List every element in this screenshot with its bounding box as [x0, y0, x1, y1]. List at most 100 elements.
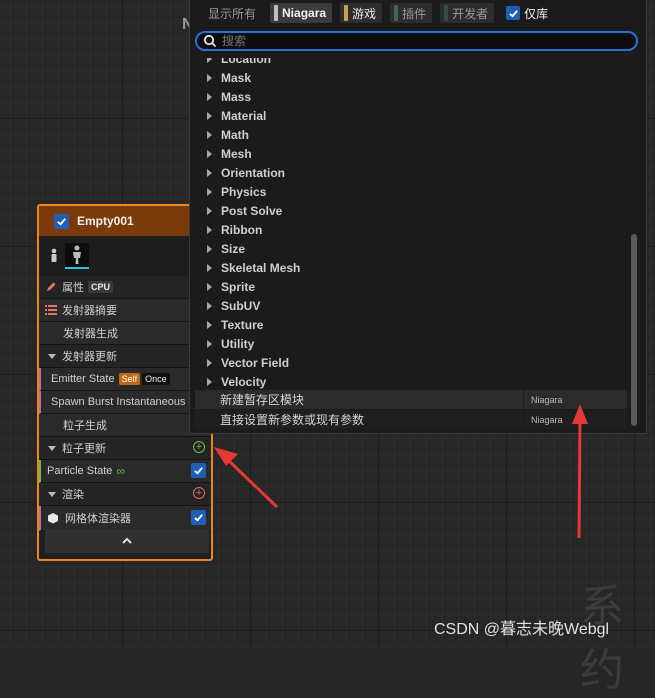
category-velocity[interactable]: Velocity	[195, 372, 627, 390]
mannequin-icon	[73, 245, 81, 264]
filter-developer[interactable]: 开发者	[440, 3, 495, 23]
color-swatch	[444, 5, 449, 21]
particle-state-enable-checkbox[interactable]	[191, 463, 206, 478]
expand-arrow-icon[interactable]	[207, 320, 212, 329]
category-subuv[interactable]: SubUV	[195, 296, 627, 315]
category-label: Ribbon	[221, 222, 263, 237]
action-set-parameters[interactable]: 直接设置新参数或现有参数 Niagara	[195, 410, 627, 429]
search-icon	[203, 34, 217, 48]
emitter-spawn-row[interactable]: 发射器生成	[39, 322, 211, 345]
expand-arrow-icon[interactable]	[207, 111, 212, 120]
category-utility[interactable]: Utility	[195, 334, 627, 353]
category-post-solve[interactable]: Post Solve	[195, 201, 627, 220]
expand-arrow-icon[interactable]	[207, 225, 212, 234]
expand-arrow-icon[interactable]	[207, 168, 212, 177]
emitter-spawn-label: 发射器生成	[63, 328, 118, 340]
category-vector-field[interactable]: Vector Field	[195, 353, 627, 372]
expand-arrow-icon[interactable]	[207, 339, 212, 348]
mesh-renderer-row[interactable]: 网格体渲染器	[39, 506, 211, 531]
category-texture[interactable]: Texture	[195, 315, 627, 334]
module-category-list[interactable]: Location Mask Mass Material Math Mesh Orientat…	[195, 58, 627, 390]
expand-arrow-icon[interactable]	[207, 58, 212, 63]
filter-plugins[interactable]: 插件	[390, 3, 433, 23]
collapse-button[interactable]	[45, 529, 209, 553]
self-tag: Self	[118, 373, 141, 385]
emitter-summary-row[interactable]: 发射器摘要	[39, 299, 211, 322]
category-sprite[interactable]: Sprite	[195, 277, 627, 296]
expand-arrow-icon[interactable]	[207, 206, 212, 215]
spawn-burst-row[interactable]: Spawn Burst Instantaneous	[39, 391, 211, 414]
filter-game[interactable]: 游戏	[340, 3, 383, 23]
particle-state-label: Particle State	[47, 465, 113, 477]
category-size[interactable]: Size	[195, 239, 627, 258]
emitter-node-header[interactable]: Empty001	[39, 206, 211, 236]
category-mask[interactable]: Mask	[195, 68, 627, 87]
watermark: CSDN @暮志未晚Webgl	[434, 621, 610, 638]
infinity-icon: ∞	[116, 464, 125, 478]
expand-arrow-icon[interactable]	[207, 92, 212, 101]
emitter-update-row[interactable]: 发射器更新	[39, 345, 211, 368]
check-icon	[508, 9, 518, 18]
category-mesh[interactable]: Mesh	[195, 144, 627, 163]
filter-label: 仅库	[524, 6, 549, 21]
search-input[interactable]	[222, 34, 602, 48]
category-skeletal-mesh[interactable]: Skeletal Mesh	[195, 258, 627, 277]
expand-arrow-icon[interactable]	[207, 187, 212, 196]
category-label: Mask	[221, 70, 252, 85]
action-label: 直接设置新参数或现有参数	[220, 413, 365, 427]
emitter-node[interactable]: Empty001 属性 CPU + 发射器摘要 发射器生成 发射器更新 Emit…	[37, 204, 213, 561]
once-tag: Once	[142, 373, 170, 385]
expand-triangle-icon[interactable]	[48, 491, 56, 497]
particle-spawn-label: 粒子生成	[63, 420, 107, 432]
emitter-thumbnails	[39, 236, 211, 276]
expand-arrow-icon[interactable]	[207, 358, 212, 367]
category-label: Size	[221, 241, 246, 256]
expand-arrow-icon[interactable]	[207, 282, 212, 291]
check-icon	[194, 514, 203, 522]
library-only-checkbox[interactable]	[506, 6, 521, 20]
chevron-up-icon	[122, 537, 132, 544]
search-box[interactable]	[195, 31, 638, 51]
particle-update-row[interactable]: 粒子更新 +	[39, 437, 211, 460]
emitter-enable-checkbox[interactable]	[54, 213, 69, 229]
emitter-state-row[interactable]: Emitter State Self Once	[39, 368, 211, 391]
category-label: Texture	[221, 317, 264, 332]
expand-arrow-icon[interactable]	[207, 73, 212, 82]
category-math[interactable]: Math	[195, 125, 627, 144]
render-row[interactable]: 渲染 +	[39, 483, 211, 506]
mesh-renderer-enable-checkbox[interactable]	[191, 510, 206, 525]
properties-row[interactable]: 属性 CPU +	[39, 276, 211, 299]
category-location[interactable]: Location	[195, 58, 627, 68]
module-picker-popup[interactable]: 显示所有 Niagara 游戏 插件 开发者 仅库 LocationMa	[189, 0, 647, 434]
check-icon	[194, 467, 203, 475]
particle-spawn-row[interactable]: 粒子生成	[39, 414, 211, 437]
expand-triangle-icon[interactable]	[48, 353, 56, 359]
filter-library-only[interactable]: 仅库	[502, 3, 554, 23]
category-label: Mesh	[221, 146, 252, 161]
category-ribbon[interactable]: Ribbon	[195, 220, 627, 239]
filter-show-all[interactable]: 显示所有	[202, 3, 262, 23]
category-mass[interactable]: Mass	[195, 87, 627, 106]
expand-arrow-icon[interactable]	[207, 263, 212, 272]
add-renderer-button[interactable]: +	[193, 487, 205, 499]
list-scrollbar[interactable]	[631, 234, 637, 426]
expand-arrow-icon[interactable]	[207, 149, 212, 158]
category-physics[interactable]: Physics	[195, 182, 627, 201]
category-label: Sprite	[221, 279, 256, 294]
emitter-summary-label: 发射器摘要	[62, 305, 117, 317]
expand-arrow-icon[interactable]	[207, 301, 212, 310]
mesh-thumbnail[interactable]	[65, 243, 89, 269]
expand-triangle-icon[interactable]	[48, 445, 56, 451]
emitter-title: Empty001	[77, 214, 134, 228]
category-material[interactable]: Material	[195, 106, 627, 125]
expand-arrow-icon[interactable]	[207, 377, 212, 386]
category-orientation[interactable]: Orientation	[195, 163, 627, 182]
color-swatch	[274, 5, 279, 21]
filter-niagara[interactable]: Niagara	[270, 3, 333, 23]
filter-label: 开发者	[452, 6, 489, 21]
particle-state-row[interactable]: Particle State ∞	[39, 460, 211, 483]
expand-arrow-icon[interactable]	[207, 130, 212, 139]
expand-arrow-icon[interactable]	[207, 244, 212, 253]
add-particle-update-module-button[interactable]: +	[193, 441, 205, 453]
action-new-scratch-module[interactable]: 新建暂存区模块 Niagara	[195, 390, 627, 409]
